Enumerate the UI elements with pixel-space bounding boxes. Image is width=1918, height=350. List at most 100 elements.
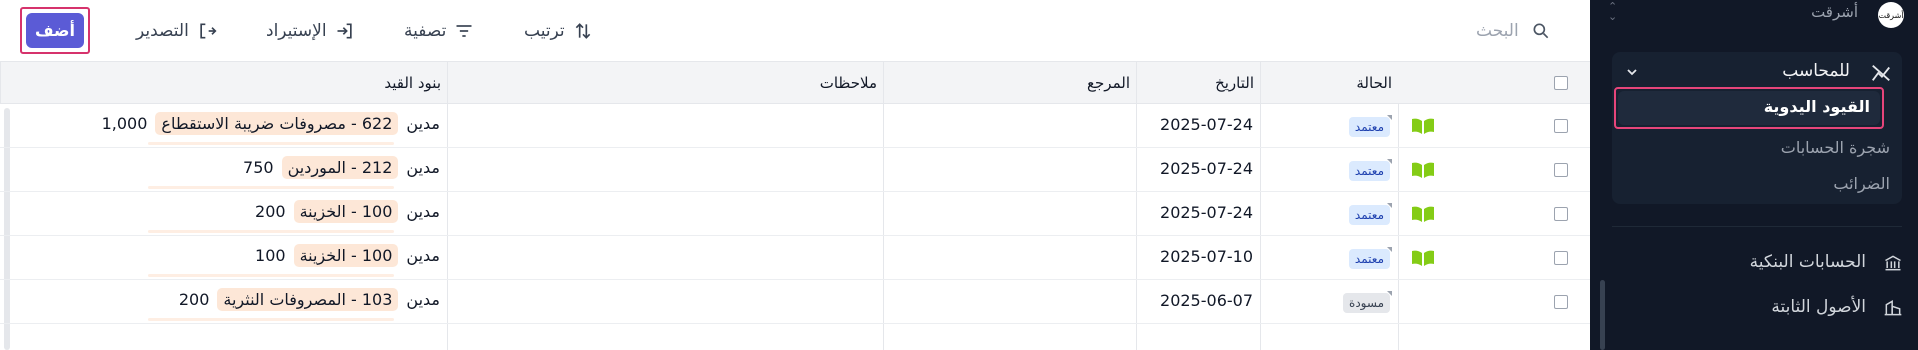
header-date[interactable]: التاريخ xyxy=(1136,62,1260,104)
entry-line: مدين 622 - مصروفات ضريبة الاستقطاع 1,000 xyxy=(102,112,440,135)
search-input[interactable]: البحث xyxy=(1476,21,1519,41)
book-icon xyxy=(1412,250,1434,266)
sidebar-group-title: للمحاسب xyxy=(1782,61,1850,81)
status-badge: معتمد xyxy=(1348,159,1392,181)
org-switcher[interactable]: ⌃ ⌄ أشرقت أشرقت xyxy=(1590,0,1918,30)
export-label: التصدير xyxy=(136,21,189,41)
add-button[interactable]: أضف xyxy=(26,13,84,48)
entry-line: مدين 212 - الموردين 750 xyxy=(243,156,440,179)
sidebar-item-manual-entries[interactable]: القيود اليدوية xyxy=(1618,91,1880,125)
export-button[interactable]: التصدير xyxy=(136,18,217,44)
entry-overflow-hint xyxy=(148,142,394,145)
filter-label: تصفية xyxy=(404,21,447,41)
header-status[interactable]: الحالة xyxy=(1260,62,1398,104)
entry-account-tag[interactable]: 100 - الخزينة xyxy=(293,200,399,223)
entry-overflow-hint xyxy=(148,274,394,277)
header-reference-label: المرجع xyxy=(1087,74,1130,92)
sidebar-scrollbar[interactable] xyxy=(1600,280,1605,350)
row-checkbox[interactable] xyxy=(1554,119,1568,133)
select-all-checkbox[interactable] xyxy=(1554,76,1568,90)
entry-side: مدين xyxy=(406,246,440,265)
entry-amount: 100 xyxy=(255,246,286,265)
search-icon xyxy=(1533,23,1548,39)
entry-line: مدين 100 - الخزينة 200 xyxy=(255,200,440,223)
filter-icon xyxy=(456,25,472,37)
row-checkbox[interactable] xyxy=(1554,251,1568,265)
row-checkbox[interactable] xyxy=(1554,207,1568,221)
row-checkbox[interactable] xyxy=(1554,295,1568,309)
badge-corner-marker xyxy=(1387,247,1392,252)
entry-line: مدين 103 - المصروفات النثرية 200 xyxy=(179,288,440,311)
entry-amount: 1,000 xyxy=(101,114,148,133)
entry-date: 2025-07-24 xyxy=(1160,115,1253,134)
app-root: أضف التصدير الإستيراد تصفية ترتيب البحث … xyxy=(0,0,1918,350)
entry-side: مدين xyxy=(406,202,440,221)
header-status-label: الحالة xyxy=(1356,74,1392,92)
sidebar-item-taxes[interactable]: الضرائب xyxy=(1612,168,1902,202)
table-header: الحالة التاريخ المرجع ملاحظات بنود القيد xyxy=(0,62,1590,104)
sidebar-item-chart-of-accounts[interactable]: شجرة الحسابات xyxy=(1612,132,1902,166)
sidebar-item-bank-accounts[interactable]: الحسابات البنكية xyxy=(1590,243,1918,283)
entry-amount: 200 xyxy=(178,290,210,309)
entry-side: مدين xyxy=(406,290,440,309)
import-icon xyxy=(337,23,352,39)
org-logo: أشرقت xyxy=(1878,2,1904,28)
building-icon xyxy=(1884,300,1902,316)
chart-line-icon xyxy=(1872,64,1890,82)
book-icon xyxy=(1412,118,1434,134)
status-badge: معتمد xyxy=(1348,203,1392,225)
entry-account-tag[interactable]: 622 - مصروفات ضريبة الاستقطاع xyxy=(155,112,399,135)
sidebar-divider xyxy=(1612,226,1902,227)
entry-amount: 750 xyxy=(243,158,274,177)
status-badge: معتمد xyxy=(1348,115,1392,137)
entry-date: 2025-07-10 xyxy=(1160,247,1253,266)
status-badge: معتمد xyxy=(1348,247,1392,269)
row-checkbox[interactable] xyxy=(1554,163,1568,177)
main-area: أضف التصدير الإستيراد تصفية ترتيب البحث … xyxy=(0,0,1590,350)
chevron-up-down-icon: ⌃ ⌄ xyxy=(1608,0,1618,23)
header-entries[interactable]: بنود القيد xyxy=(0,62,447,104)
book-icon xyxy=(1412,206,1434,222)
entry-account-tag[interactable]: 100 - الخزينة xyxy=(293,244,399,267)
entry-amount: 200 xyxy=(255,202,286,221)
sidebar-group-header[interactable]: للمحاسب xyxy=(1612,58,1902,86)
sort-button[interactable]: ترتيب xyxy=(524,18,593,44)
entry-date: 2025-07-24 xyxy=(1160,159,1253,178)
table-row[interactable]: معتمد 2025-07-10 مدين 100 - الخزينة 100 xyxy=(0,236,1590,280)
entry-side: مدين xyxy=(406,158,440,177)
entry-account-tag[interactable]: 103 - المصروفات النثرية xyxy=(217,288,399,311)
entry-overflow-hint xyxy=(148,318,394,321)
table-row[interactable]: مسودة 2025-06-07 مدين 103 - المصروفات النثر… xyxy=(0,280,1590,324)
import-button[interactable]: الإستيراد xyxy=(266,18,355,44)
org-name: أشرقت xyxy=(1811,3,1858,21)
badge-corner-marker xyxy=(1387,203,1392,208)
status-label: معتمد xyxy=(1354,208,1384,222)
entry-account-tag[interactable]: 212 - الموردين xyxy=(281,156,399,179)
entry-side: مدين xyxy=(406,114,440,133)
entry-overflow-hint xyxy=(148,186,394,189)
entry-line: مدين 100 - الخزينة 100 xyxy=(255,244,440,267)
header-reference[interactable]: المرجع xyxy=(883,62,1136,104)
sidebar-item-label: الحسابات البنكية xyxy=(1749,252,1866,272)
sidebar-item-label: شجرة الحسابات xyxy=(1780,138,1890,157)
entry-overflow-hint xyxy=(148,230,394,233)
table-row[interactable]: معتمد 2025-07-24 مدين 622 - مصروفات ضريبة ا… xyxy=(0,104,1590,148)
status-label: معتمد xyxy=(1354,120,1384,134)
header-notes-label: ملاحظات xyxy=(819,74,877,92)
entry-date: 2025-07-24 xyxy=(1160,203,1253,222)
filter-button[interactable]: تصفية xyxy=(404,18,474,44)
header-notes[interactable]: ملاحظات xyxy=(447,62,883,104)
header-date-label: التاريخ xyxy=(1215,74,1254,92)
book-icon xyxy=(1412,162,1434,178)
status-label: معتمد xyxy=(1354,164,1384,178)
add-button-highlight: أضف xyxy=(20,7,90,54)
sidebar-active-highlight: القيود اليدوية xyxy=(1614,87,1884,129)
table-row[interactable]: معتمد 2025-07-24 مدين 212 - الموردين 750 xyxy=(0,148,1590,192)
status-badge: مسودة xyxy=(1343,291,1392,313)
sidebar-group-accountant: للمحاسب القيود اليدوية شجرة الحسابات الض… xyxy=(1612,52,1902,204)
search-box[interactable]: البحث xyxy=(1476,18,1551,44)
table-row[interactable]: معتمد 2025-07-24 مدين 100 - الخزينة 200 xyxy=(0,192,1590,236)
status-label: مسودة xyxy=(1349,296,1384,310)
badge-corner-marker xyxy=(1387,115,1392,120)
sidebar-item-fixed-assets[interactable]: الأصول الثابتة xyxy=(1590,288,1918,328)
